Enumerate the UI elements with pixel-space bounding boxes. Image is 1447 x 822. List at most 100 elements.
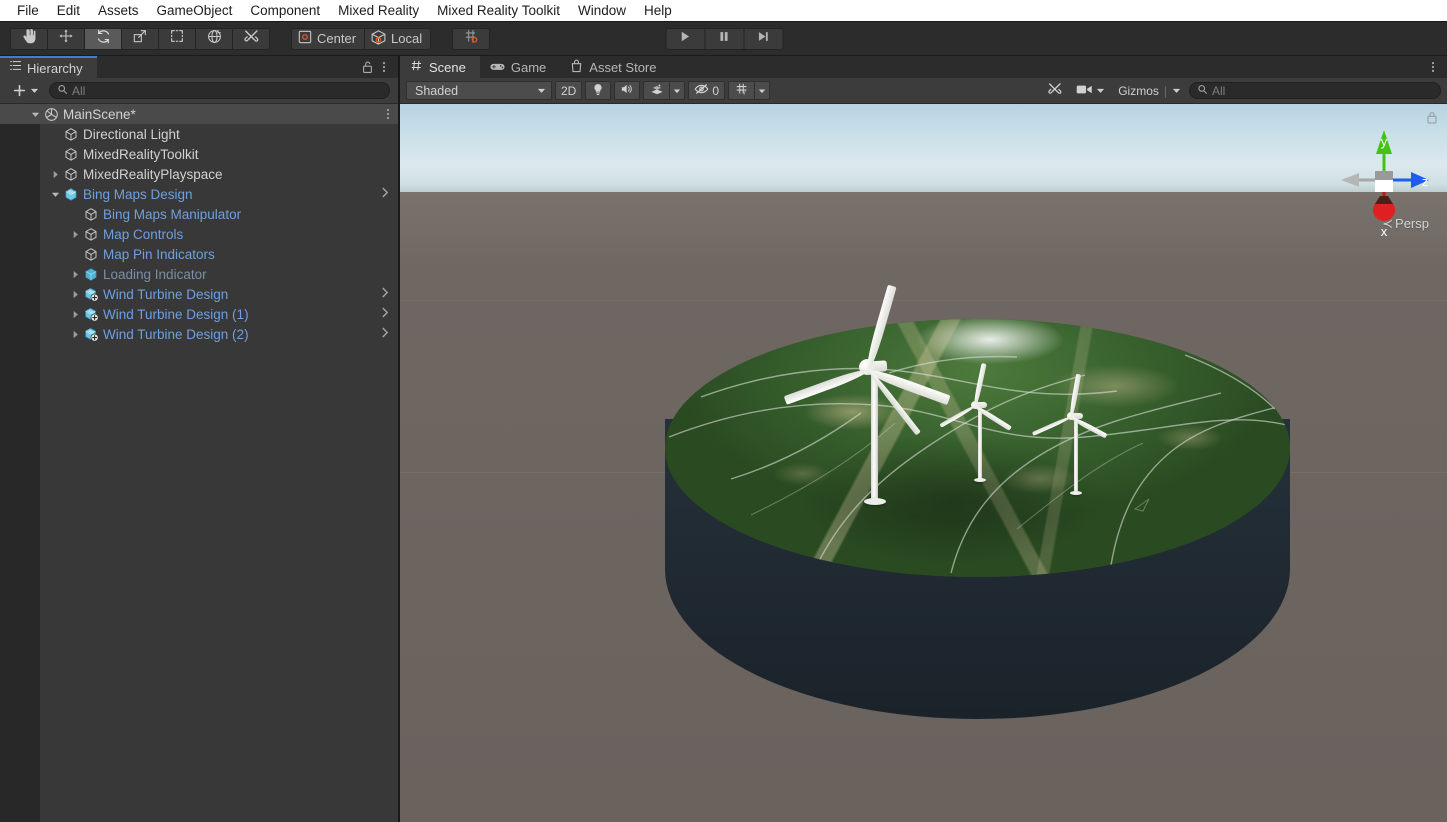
open-prefab-chevron-icon[interactable] bbox=[381, 327, 389, 341]
space-local-button[interactable]: Local bbox=[364, 27, 432, 50]
scene-row-kebab-menu-icon[interactable] bbox=[387, 109, 389, 119]
menu-edit[interactable]: Edit bbox=[48, 0, 89, 22]
rotate-tool-button[interactable] bbox=[84, 27, 122, 50]
search-icon bbox=[1197, 82, 1208, 100]
open-prefab-chevron-icon[interactable] bbox=[381, 287, 389, 301]
hierarchy-row-map-controls[interactable]: Map Controls bbox=[0, 224, 398, 244]
menu-mixed-reality[interactable]: Mixed Reality bbox=[329, 0, 428, 22]
pivot-center-icon bbox=[297, 29, 313, 48]
menu-component[interactable]: Component bbox=[241, 0, 329, 22]
effects-icon bbox=[650, 83, 664, 99]
map-disc-object[interactable] bbox=[665, 284, 1290, 764]
rect-transform-tool-button[interactable] bbox=[158, 27, 196, 50]
hierarchy-row-label: MainScene* bbox=[63, 106, 136, 122]
hierarchy-row-mixedrealitytoolkit[interactable]: MixedRealityToolkit bbox=[0, 144, 398, 164]
hierarchy-row-bing-maps-design[interactable]: Bing Maps Design bbox=[0, 184, 398, 204]
hierarchy-row-wind-turbine-design[interactable]: Wind Turbine Design bbox=[0, 284, 398, 304]
hierarchy-tabrow-spacer bbox=[96, 56, 361, 78]
play-icon bbox=[679, 30, 692, 48]
scene-tools-button[interactable] bbox=[1042, 81, 1068, 100]
projection-mode-label[interactable]: ≺ Persp bbox=[1382, 216, 1429, 232]
hierarchy-row-map-pin-indicators[interactable]: Map Pin Indicators bbox=[0, 244, 398, 264]
mode-2d-label: 2D bbox=[561, 83, 577, 98]
custom-tool-button[interactable] bbox=[232, 27, 270, 50]
expand-arrow-closed-icon[interactable] bbox=[69, 230, 82, 239]
tab-scene[interactable]: Scene bbox=[400, 56, 480, 78]
turbine-3[interactable] bbox=[1031, 369, 1147, 549]
space-local-icon bbox=[370, 29, 387, 49]
hierarchy-row-label: Directional Light bbox=[83, 126, 180, 142]
audio-toggle-button[interactable] bbox=[614, 81, 641, 100]
hierarchy-row-label: Wind Turbine Design (2) bbox=[103, 326, 249, 342]
hidden-objects-button[interactable]: 0 bbox=[688, 81, 726, 100]
gamepad-icon bbox=[490, 60, 505, 75]
pause-button[interactable] bbox=[704, 27, 744, 50]
hierarchy-row-wind-turbine-design-1[interactable]: Wind Turbine Design (1) bbox=[0, 304, 398, 324]
menu-help[interactable]: Help bbox=[635, 0, 681, 22]
hierarchy-row-mixedrealityplayspace[interactable]: MixedRealityPlayspace bbox=[0, 164, 398, 184]
expand-arrow-closed-icon[interactable] bbox=[69, 310, 82, 319]
fx-toggle-button[interactable] bbox=[643, 81, 670, 100]
gameobject-icon bbox=[82, 207, 100, 221]
menu-window[interactable]: Window bbox=[569, 0, 635, 22]
hand-tool-button[interactable] bbox=[10, 27, 48, 50]
scene-viewport[interactable]: y z x ≺ Persp bbox=[400, 104, 1447, 822]
tab-game-label: Game bbox=[510, 59, 547, 75]
scale-tool-button[interactable] bbox=[121, 27, 159, 50]
grid-visibility-button[interactable]: Y bbox=[728, 81, 755, 100]
scene-camera-button[interactable] bbox=[1071, 81, 1110, 100]
wrench-screwdriver-icon bbox=[1047, 81, 1063, 100]
tab-game[interactable]: Game bbox=[480, 56, 560, 78]
play-button[interactable] bbox=[665, 27, 705, 50]
grid-snap-group bbox=[452, 27, 491, 50]
hierarchy-row-mainscene[interactable]: MainScene* bbox=[0, 104, 398, 124]
tab-hierarchy[interactable]: Hierarchy bbox=[0, 56, 97, 78]
grid-dropdown-button[interactable] bbox=[754, 81, 771, 100]
lighting-toggle-button[interactable] bbox=[585, 81, 612, 100]
chevron-down-icon bbox=[1172, 88, 1181, 93]
hierarchy-search-input[interactable]: All bbox=[49, 82, 390, 99]
open-prefab-chevron-icon[interactable] bbox=[381, 187, 389, 201]
move-tool-button[interactable] bbox=[47, 27, 85, 50]
chevron-down-icon bbox=[537, 88, 546, 93]
open-prefab-chevron-icon[interactable] bbox=[381, 307, 389, 321]
hierarchy-row-loading-indicator[interactable]: Loading Indicator bbox=[0, 264, 398, 284]
fx-dropdown-button[interactable] bbox=[669, 81, 686, 100]
lock-open-icon[interactable] bbox=[361, 60, 374, 74]
rotate-icon bbox=[95, 28, 112, 50]
create-object-button[interactable] bbox=[8, 83, 43, 98]
transform-tool-button[interactable] bbox=[195, 27, 233, 50]
expand-arrow-closed-icon[interactable] bbox=[69, 330, 82, 339]
hierarchy-row-label: Loading Indicator bbox=[103, 266, 207, 282]
gizmos-button[interactable]: Gizmos | bbox=[1113, 81, 1186, 100]
expand-arrow-open-icon[interactable] bbox=[49, 190, 62, 199]
toggle-2d-button[interactable]: 2D bbox=[555, 81, 583, 100]
hierarchy-search-placeholder: All bbox=[72, 83, 86, 98]
draw-mode-dropdown[interactable]: Shaded bbox=[406, 81, 552, 100]
kebab-menu-icon[interactable] bbox=[378, 60, 390, 74]
scene-kebab-menu-icon[interactable] bbox=[1427, 60, 1439, 74]
hierarchy-row-bing-maps-manipulator[interactable]: Bing Maps Manipulator bbox=[0, 204, 398, 224]
menu-mrtk[interactable]: Mixed Reality Toolkit bbox=[428, 0, 569, 22]
step-button[interactable] bbox=[743, 27, 783, 50]
expand-arrow-open-icon[interactable] bbox=[29, 110, 42, 119]
expand-arrow-closed-icon[interactable] bbox=[69, 270, 82, 279]
menu-gameobject[interactable]: GameObject bbox=[148, 0, 242, 22]
scene-tabrow-spacer bbox=[670, 56, 1427, 78]
menu-file[interactable]: File bbox=[8, 0, 48, 22]
pivot-center-button[interactable]: Center bbox=[291, 27, 366, 50]
chevron-down-icon bbox=[1097, 88, 1105, 93]
tab-asset-store[interactable]: Asset Store bbox=[560, 56, 670, 78]
grid-snapping-button[interactable] bbox=[452, 27, 491, 50]
gameobject-icon bbox=[62, 147, 80, 161]
expand-arrow-closed-icon[interactable] bbox=[69, 290, 82, 299]
hierarchy-row-wind-turbine-design-2[interactable]: Wind Turbine Design (2) bbox=[0, 324, 398, 344]
menu-assets[interactable]: Assets bbox=[89, 0, 148, 22]
turbine-2[interactable] bbox=[939, 354, 1051, 534]
gizmo-z-label: z bbox=[1422, 174, 1429, 189]
hierarchy-row-label: Map Controls bbox=[103, 226, 184, 242]
expand-arrow-closed-icon[interactable] bbox=[49, 170, 62, 179]
hierarchy-tree[interactable]: MainScene* Directional Light MixedRealityT… bbox=[0, 104, 398, 822]
scene-search-input[interactable]: All bbox=[1189, 82, 1441, 99]
hierarchy-row-directional-light[interactable]: Directional Light bbox=[0, 124, 398, 144]
